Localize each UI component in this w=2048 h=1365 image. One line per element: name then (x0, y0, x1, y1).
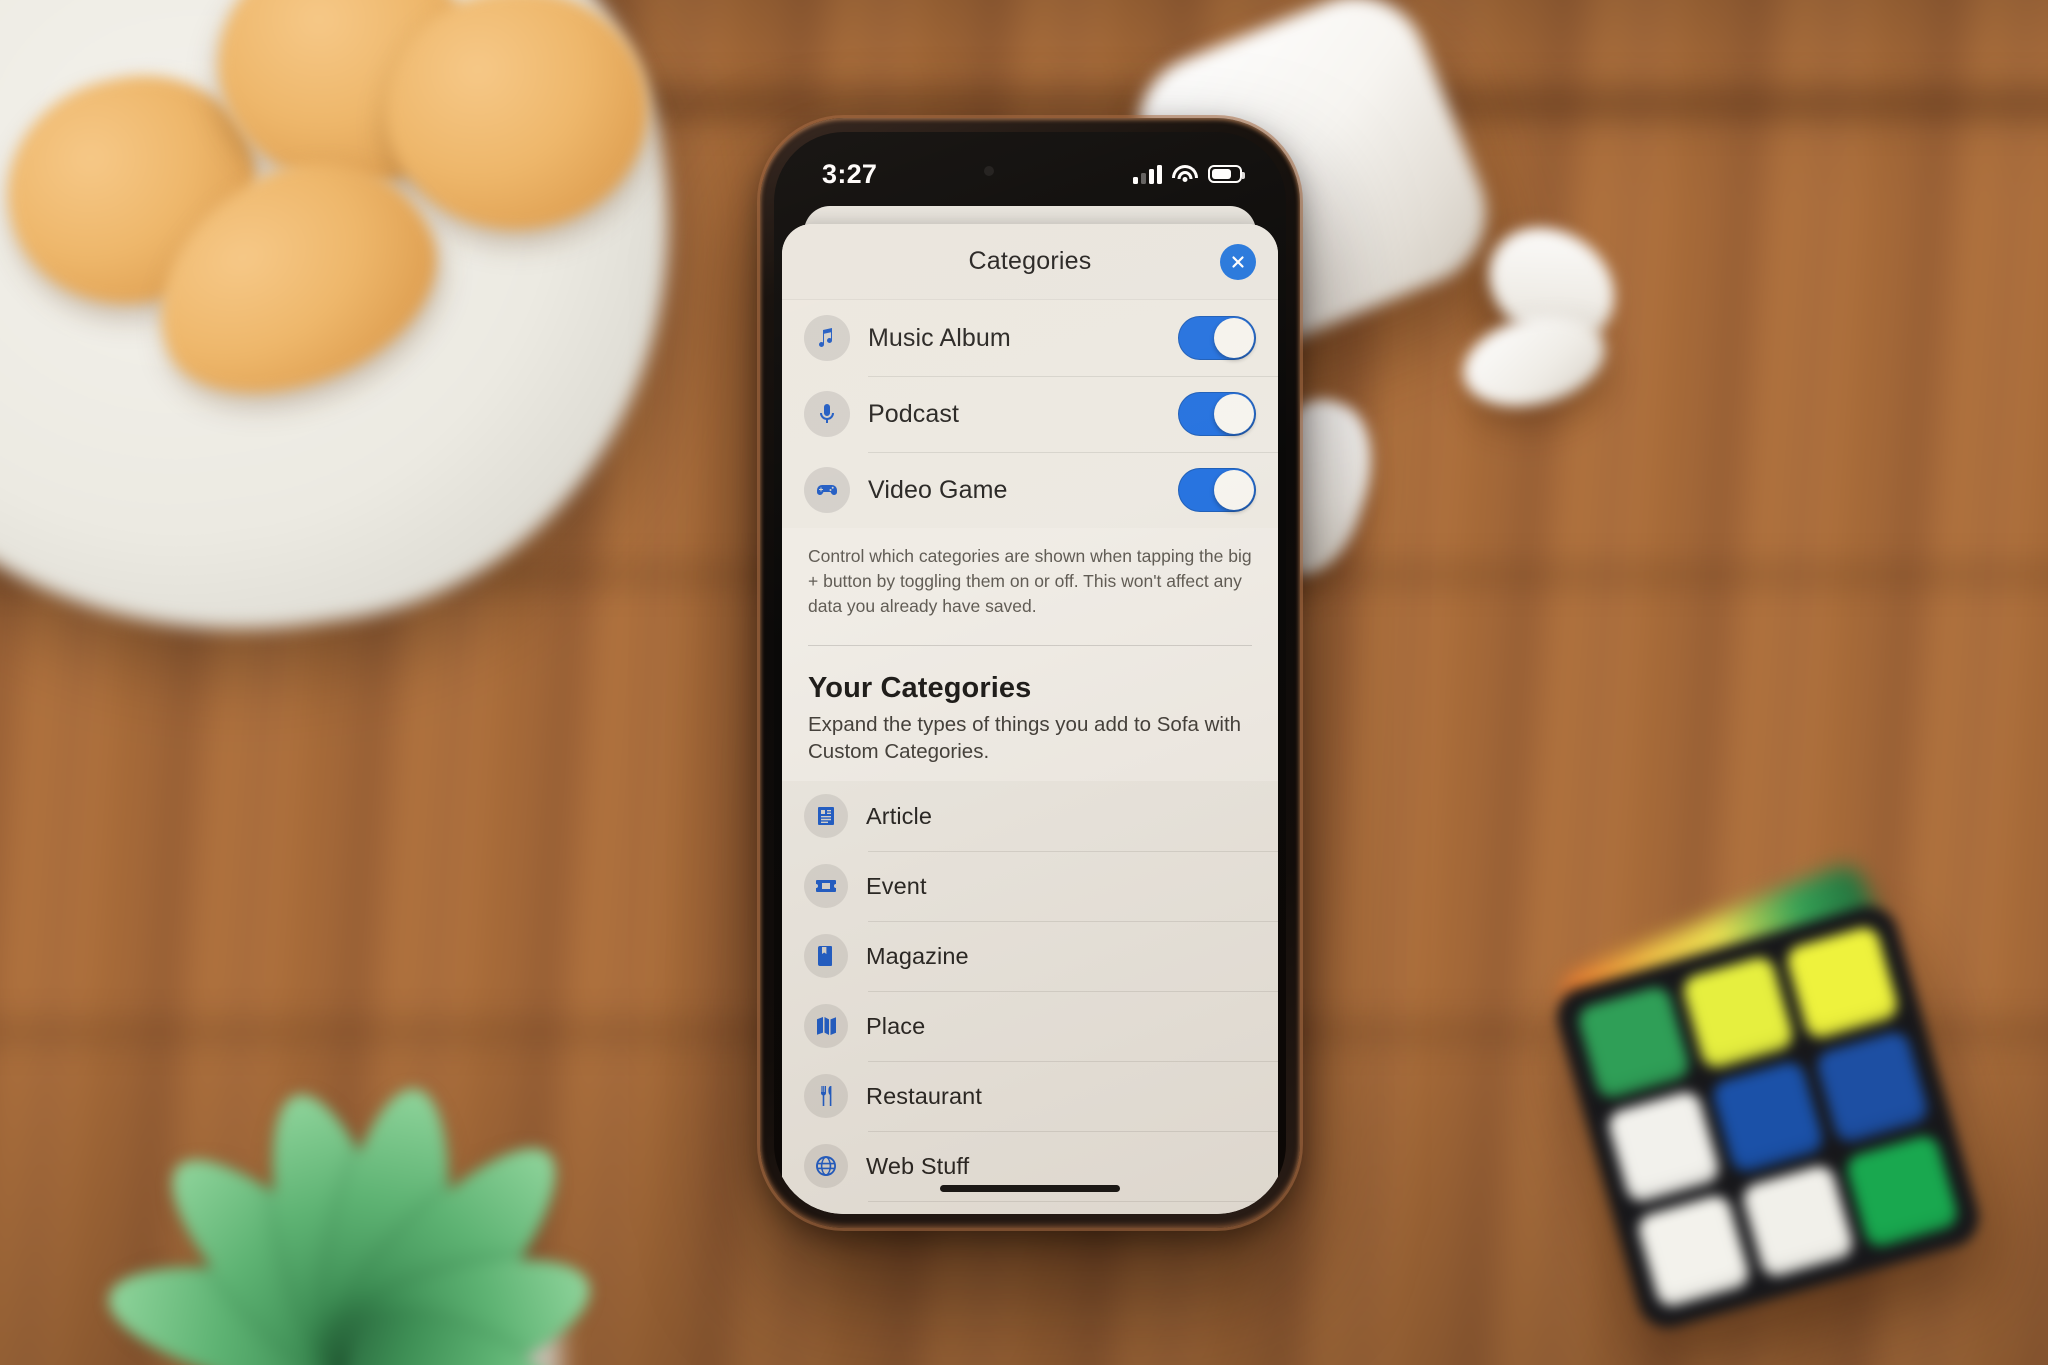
microphone-icon (804, 391, 850, 437)
article-icon (804, 794, 848, 839)
modal-sheet-stack: Categories Music Album Podcast Video Gam… (774, 206, 1286, 1214)
categories-sheet: Categories Music Album Podcast Video Gam… (782, 224, 1278, 1214)
toggle-label: Music Album (868, 323, 1011, 352)
battery-icon (1208, 165, 1245, 183)
section-subtitle: Expand the types of things you add to So… (808, 712, 1242, 763)
list-item-place[interactable]: Place (782, 991, 1278, 1061)
list-item-label: Web Stuff (866, 1152, 970, 1179)
music-note-icon (804, 315, 850, 361)
toggle-label: Podcast (868, 399, 960, 428)
toggle-label: Video Game (868, 475, 1008, 504)
globe-icon (804, 1144, 848, 1189)
cellular-bars-icon (1133, 164, 1162, 184)
magazine-book-icon (804, 934, 848, 979)
list-item-event[interactable]: Event (782, 851, 1278, 921)
succulent-plant (60, 925, 680, 1365)
status-bar: 3:27 (774, 132, 1286, 206)
iphone-device: 3:27 Categories Music Album Podcast Vide… (760, 118, 1300, 1228)
toggle-row-podcast[interactable]: Podcast (782, 376, 1278, 452)
front-camera-dot (984, 166, 994, 176)
phone-screen: 3:27 Categories Music Album Podcast Vide… (774, 132, 1286, 1214)
wifi-icon (1172, 164, 1198, 184)
custom-categories-list: Article Event Magazine Place Restaurant … (782, 781, 1278, 1214)
list-item-restaurant[interactable]: Restaurant (782, 1061, 1278, 1131)
list-item-youtube-video[interactable]: YouTube Video (782, 1201, 1278, 1214)
map-icon (804, 1004, 848, 1049)
fork-knife-icon (804, 1074, 848, 1119)
game-controller-icon (804, 467, 850, 513)
list-item-label: Magazine (866, 942, 969, 969)
toggle-row-music-album[interactable]: Music Album (782, 300, 1278, 376)
sheet-header: Categories (782, 224, 1278, 300)
toggle-switch-podcast[interactable] (1178, 392, 1256, 436)
list-item-label: Restaurant (866, 1082, 982, 1109)
toggle-switch-video-game[interactable] (1178, 468, 1256, 512)
list-item-magazine[interactable]: Magazine (782, 921, 1278, 991)
section-title: Your Categories (808, 671, 1032, 704)
page-title: Categories (968, 247, 1092, 275)
list-item-label: Event (866, 872, 927, 899)
list-item-label: Article (866, 802, 932, 829)
list-item-label: Place (866, 1012, 926, 1039)
builtin-categories-group: Music Album Podcast Video Game (782, 300, 1278, 528)
list-item-article[interactable]: Article (782, 781, 1278, 851)
sheet-body: Music Album Podcast Video Game Control w… (782, 300, 1278, 1214)
toggle-switch-music-album[interactable] (1178, 316, 1256, 360)
toggle-row-video-game[interactable]: Video Game (782, 452, 1278, 528)
home-indicator[interactable] (940, 1185, 1120, 1192)
close-icon (1232, 255, 1244, 268)
status-bar-clock: 3:27 (822, 158, 878, 189)
event-ticket-icon (804, 864, 848, 909)
close-button[interactable] (1220, 243, 1256, 280)
group-footnote: Control which categories are shown when … (808, 546, 1252, 616)
your-categories-header: Your Categories Expand the types of thin… (782, 646, 1278, 766)
